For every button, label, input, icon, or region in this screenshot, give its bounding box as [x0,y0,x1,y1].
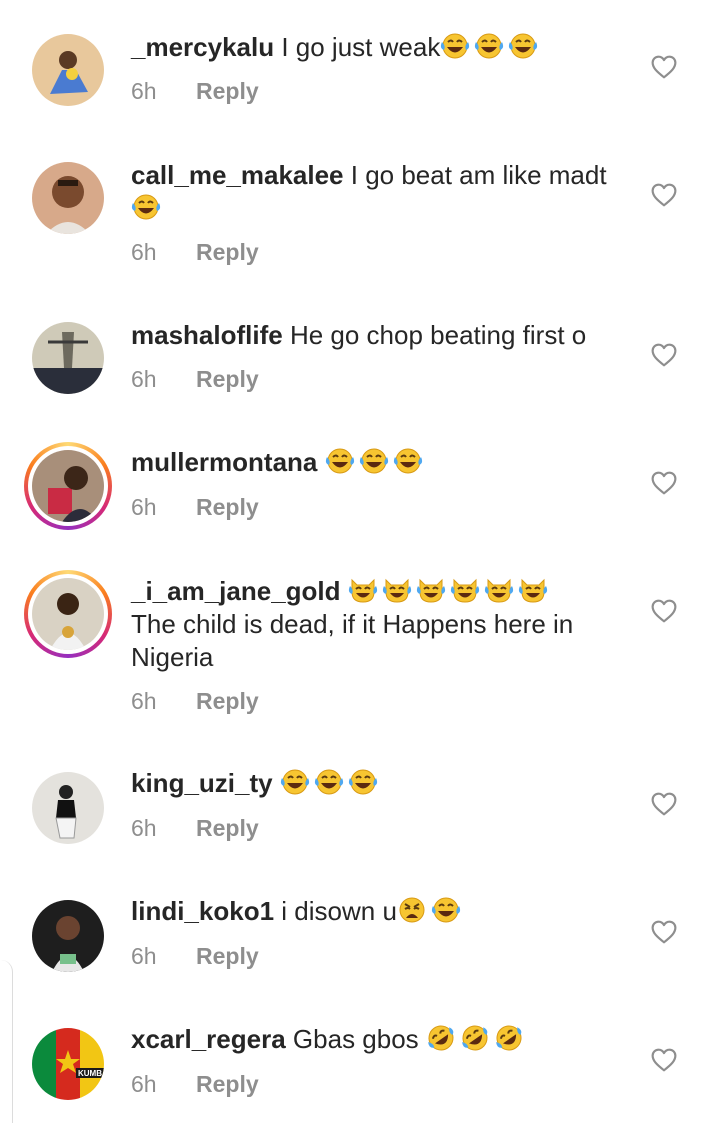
story-ring[interactable] [24,442,112,530]
avatar[interactable] [32,578,104,650]
joy-emoji [314,768,344,796]
avatar[interactable] [32,900,104,972]
story-ring[interactable] [24,570,112,658]
comment-text: i disown u [281,896,397,926]
reply-button[interactable]: Reply [196,943,259,969]
comment-time: 6h [131,366,157,392]
comment-text: Gbas gbos [292,1024,419,1054]
comment-text: The child is dead, if it Happens here in… [131,609,574,672]
joy-emoji [474,32,504,60]
reply-button[interactable]: Reply [196,78,259,104]
comment-time: 6h [131,239,157,265]
avatar[interactable] [32,450,104,522]
joy-emoji [508,32,538,60]
like-heart-icon[interactable] [651,920,677,944]
comment-username[interactable]: xcarl_regera [131,1024,286,1054]
joy-emoji [440,32,470,60]
comment-time: 6h [131,1071,157,1097]
comment-username[interactable]: call_me_makalee [131,160,344,190]
rofl-emoji [426,1024,456,1052]
like-heart-icon[interactable] [651,792,677,816]
comment-time: 6h [131,494,157,520]
comment-username[interactable]: lindi_koko1 [131,896,274,926]
reply-button[interactable]: Reply [196,239,259,265]
joy-emoji [325,447,355,475]
joy-emoji [359,447,389,475]
like-heart-icon[interactable] [651,1048,677,1072]
comment-username[interactable]: mullermontana [131,447,317,477]
avatar[interactable] [32,772,104,844]
like-heart-icon[interactable] [651,183,677,207]
like-heart-icon[interactable] [651,55,677,79]
comment-time: 6h [131,943,157,969]
avatar[interactable] [32,34,104,106]
page-fold-shadow [0,960,13,1123]
avatar[interactable]: KUMBA [32,1028,104,1100]
like-heart-icon[interactable] [651,343,677,367]
avatar[interactable] [32,322,104,394]
reply-button[interactable]: Reply [196,815,259,841]
joy-emoji [431,896,461,924]
joy-cat-emoji [382,576,412,604]
reply-button[interactable]: Reply [196,688,259,714]
joy-cat-emoji [518,576,548,604]
comment-time: 6h [131,78,157,104]
reply-button[interactable]: Reply [196,366,259,392]
joy-emoji [131,193,161,221]
comment-username[interactable]: _mercykalu [131,32,274,62]
avatar-caption: KUMBA [78,1069,104,1078]
comment-text: I go beat am like madt [350,160,607,190]
comment-text: He go chop beating first o [289,320,587,350]
joy-emoji [393,447,423,475]
comment-username[interactable]: mashaloflife [131,320,283,350]
rofl-emoji [460,1024,490,1052]
joy-cat-emoji [348,576,378,604]
joy-cat-emoji [416,576,446,604]
like-heart-icon[interactable] [651,599,677,623]
like-heart-icon[interactable] [651,471,677,495]
joy-emoji [348,768,378,796]
avatar[interactable] [32,162,104,234]
comment-time: 6h [131,688,157,714]
joy-cat-emoji [450,576,480,604]
reply-button[interactable]: Reply [196,494,259,520]
reply-button[interactable]: Reply [196,1071,259,1097]
comment-username[interactable]: _i_am_jane_gold [131,576,341,606]
comment-text: I go just weak [281,32,441,62]
rofl-emoji [494,1024,524,1052]
comment-username[interactable]: king_uzi_ty [131,768,273,798]
joy-emoji [280,768,310,796]
joy-cat-emoji [484,576,514,604]
weary-emoji [397,896,427,924]
comment-time: 6h [131,815,157,841]
